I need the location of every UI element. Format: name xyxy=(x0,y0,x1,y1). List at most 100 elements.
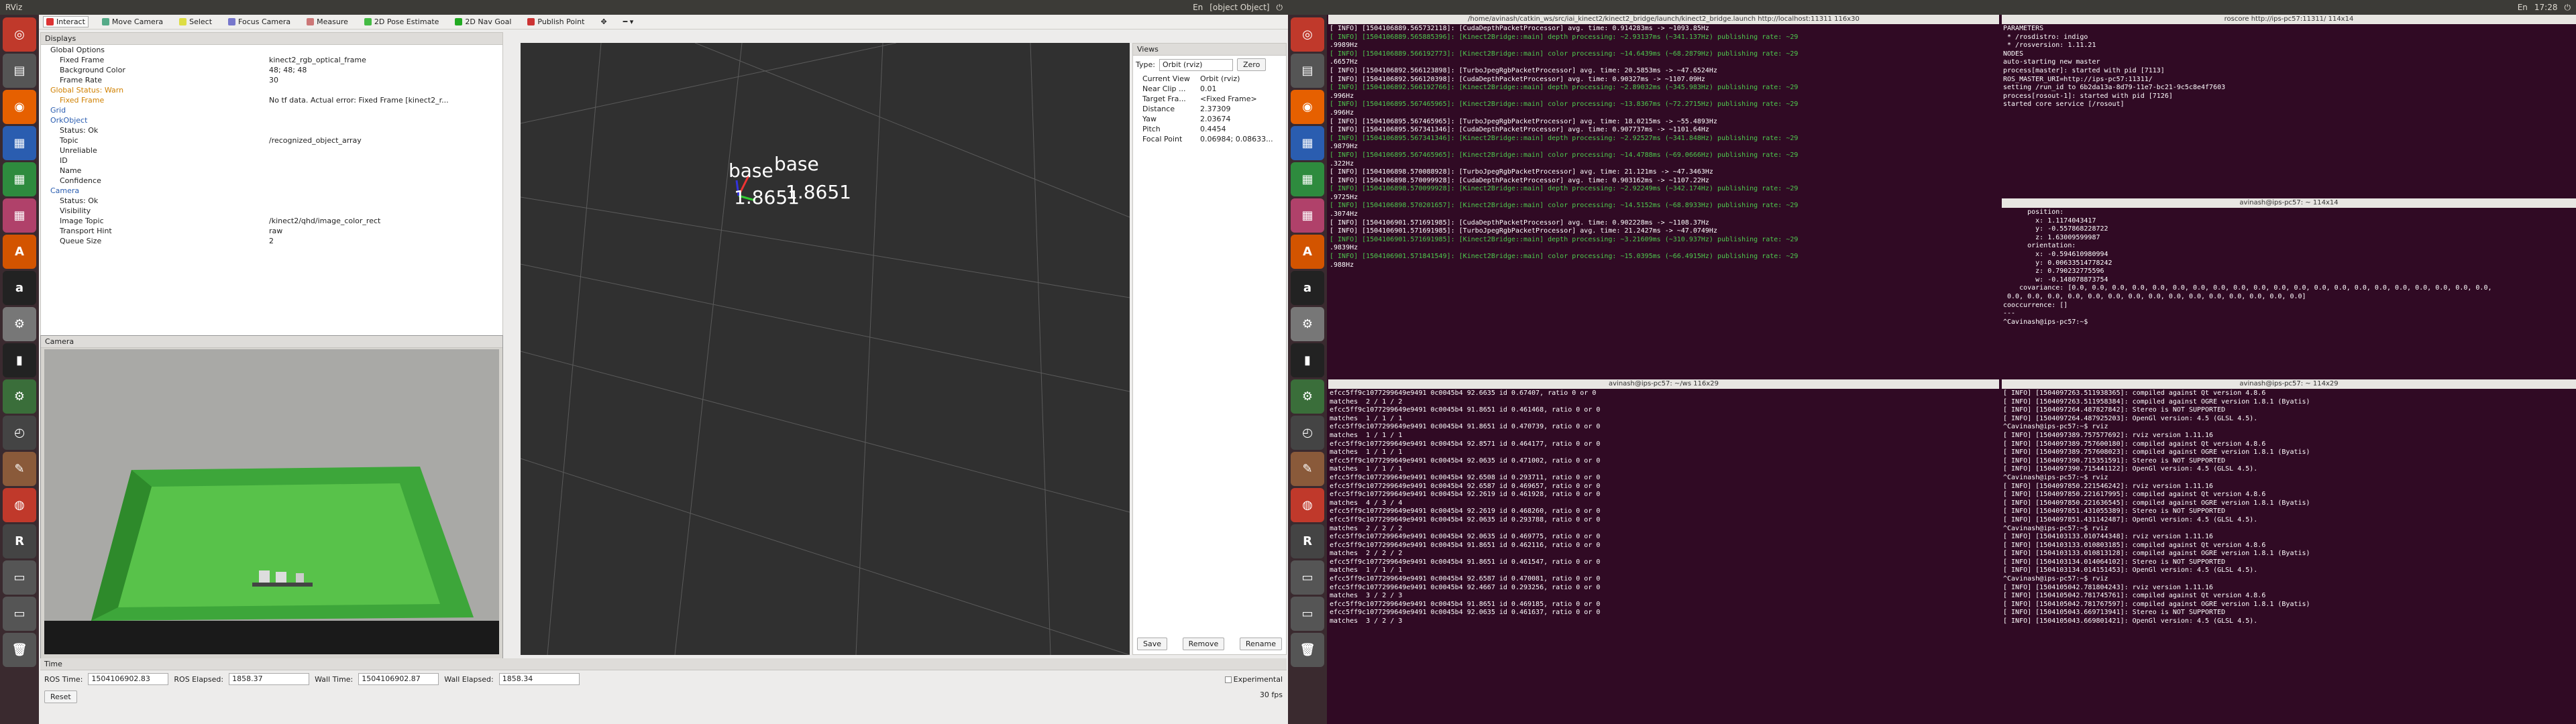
text-editor-icon[interactable]: ✎ xyxy=(3,452,36,486)
display-property-row[interactable]: Topic/recognized_object_array xyxy=(41,135,502,145)
view-property-row[interactable]: Focal Point 0.06984; 0.08633... xyxy=(1133,134,1286,144)
display-property-row[interactable]: Queue Size 2 xyxy=(41,236,502,246)
trash-icon[interactable]: 🗑 xyxy=(1291,633,1324,667)
clock-right[interactable]: 17:28 xyxy=(2534,3,2558,12)
rviz-icon[interactable]: R xyxy=(1291,524,1324,558)
display-property-row[interactable]: Fixed Frame No tf data. Actual error: Fix… xyxy=(41,95,502,105)
app-icon[interactable]: ◍ xyxy=(3,488,36,522)
settings-icon[interactable]: ⚙ xyxy=(1291,307,1324,341)
tool-move-camera[interactable]: Move Camera xyxy=(99,17,166,27)
drive2-icon[interactable]: ▭ xyxy=(3,597,36,631)
text-editor-icon[interactable]: ✎ xyxy=(1291,452,1324,486)
view-property-row[interactable]: Pitch 0.4454 xyxy=(1133,124,1286,134)
save-button[interactable]: Save xyxy=(1137,638,1168,650)
tool-publish-point[interactable]: Publish Point xyxy=(525,17,587,27)
display-property-row[interactable]: Global Options xyxy=(41,45,502,55)
tool-2d-pose-estimate[interactable]: 2D Pose Estimate xyxy=(362,17,442,27)
display-property-row[interactable]: Status: Ok xyxy=(41,125,502,135)
display-property-row[interactable]: Name xyxy=(41,166,502,176)
keyboard-indicator[interactable]: En xyxy=(1193,3,1203,12)
wall-elapsed-field[interactable]: 1858.34 xyxy=(498,673,580,685)
updater-icon[interactable]: ◴ xyxy=(3,416,36,450)
tool-measure[interactable]: Measure xyxy=(304,17,351,27)
amazon-icon[interactable]: a xyxy=(1291,271,1324,305)
display-property-row[interactable]: Frame Rate 30 xyxy=(41,75,502,85)
display-property-row[interactable]: Camera xyxy=(41,186,502,196)
calc-icon[interactable]: ▦ xyxy=(1291,162,1324,196)
terminal-kinect2-bridge[interactable]: /home/avinash/catkin_ws/src/iai_kinect2/… xyxy=(1328,15,1999,377)
terminal-line: efcc5ff9c1077299649e9491 0c0045b4 92.663… xyxy=(1330,389,1597,397)
move-icon[interactable]: ✥ xyxy=(598,17,609,27)
zero-button[interactable]: Zero xyxy=(1236,58,1267,71)
calc-icon[interactable]: ▦ xyxy=(3,162,36,196)
tool-2d-nav-goal[interactable]: 2D Nav Goal xyxy=(452,17,514,27)
system-settings-icon[interactable]: ⚙ xyxy=(3,379,36,414)
views-type-select[interactable]: Orbit (rviz) xyxy=(1159,58,1233,71)
remove-button[interactable]: Remove xyxy=(1182,638,1225,650)
firefox-icon[interactable]: ◉ xyxy=(1291,90,1324,124)
software-center-icon[interactable]: A xyxy=(3,235,36,269)
system-settings-icon[interactable]: ⚙ xyxy=(1291,379,1324,414)
display-property-row[interactable]: Status: Ok xyxy=(41,196,502,206)
writer-icon[interactable]: ▦ xyxy=(1291,126,1324,160)
app-icon[interactable]: ◍ xyxy=(1291,488,1324,522)
terminal-icon[interactable]: ▮ xyxy=(1291,343,1324,377)
software-center-icon[interactable]: A xyxy=(1291,235,1324,269)
terminal-line: [ INFO] [1504097851.431055389]: Stereo i… xyxy=(2003,507,2226,516)
display-property-row[interactable]: Grid xyxy=(41,105,502,115)
files-icon[interactable]: ▤ xyxy=(3,54,36,88)
impress-icon[interactable]: ▦ xyxy=(1291,198,1324,233)
tool-interact[interactable]: Interact xyxy=(43,16,89,27)
terminal-icon[interactable]: ▮ xyxy=(3,343,36,377)
display-property-row[interactable]: Unreliable xyxy=(41,145,502,156)
display-property-row[interactable]: Fixed Frame kinect2_rgb_optical_frame xyxy=(41,55,502,65)
display-property-row[interactable]: Background Color 48; 48; 48 xyxy=(41,65,502,75)
view-property-row[interactable]: Distance 2.37309 xyxy=(1133,104,1286,114)
display-property-row[interactable]: Image Topic/kinect2/qhd/image_color_rect xyxy=(41,216,502,226)
dash-icon[interactable]: ◎ xyxy=(3,17,36,52)
clock[interactable]: [object Object] xyxy=(1210,3,1269,12)
rviz-icon[interactable]: R xyxy=(3,524,36,558)
experimental-checkbox[interactable]: Experimental xyxy=(1224,675,1283,684)
camera-title[interactable]: Camera xyxy=(41,336,502,348)
property-value: No tf data. Actual error: Fixed Frame [k… xyxy=(269,96,449,105)
rename-button[interactable]: Rename xyxy=(1239,638,1282,650)
ros-elapsed-field[interactable]: 1858.37 xyxy=(229,673,310,685)
view-property-row[interactable]: Target Fra... <Fixed Frame> xyxy=(1133,94,1286,104)
keyboard-indicator-right[interactable]: En xyxy=(2518,3,2528,12)
reset-button[interactable]: Reset xyxy=(44,690,77,703)
view-property-row[interactable]: Near Clip ... 0.01 xyxy=(1133,84,1286,94)
dash-icon[interactable]: ◎ xyxy=(1291,17,1324,52)
updater-icon[interactable]: ◴ xyxy=(1291,416,1324,450)
drive-icon[interactable]: ▭ xyxy=(3,560,36,595)
writer-icon[interactable]: ▦ xyxy=(3,126,36,160)
view-property-row[interactable]: Yaw 2.03674 xyxy=(1133,114,1286,124)
ros-time-field[interactable]: 1504106902.83 xyxy=(88,673,169,685)
terminal-rviz[interactable]: avinash@ips-pc57: ~ 114x29 [ INFO] [1504… xyxy=(2002,379,2576,724)
terminal-ws[interactable]: avinash@ips-pc57: ~/ws 116x29 efcc5ff9c1… xyxy=(1328,379,1999,724)
terminal-pose[interactable]: avinash@ips-pc57: ~ 114x14 position: x: … xyxy=(2002,198,2576,377)
power-icon[interactable]: ⏻ xyxy=(1277,3,1283,13)
view-property-row[interactable]: Current View Orbit (rviz) xyxy=(1133,74,1286,84)
impress-icon[interactable]: ▦ xyxy=(3,198,36,233)
display-property-row[interactable]: ID xyxy=(41,156,502,166)
drive2-icon[interactable]: ▭ xyxy=(1291,597,1324,631)
wall-time-field[interactable]: 1504106902.87 xyxy=(358,673,439,685)
tool-select[interactable]: Select xyxy=(176,17,215,27)
minus-icon[interactable]: ━ ▾ xyxy=(621,17,637,27)
3d-viewport[interactable]: base base 1.8651 1.8651 xyxy=(521,43,1130,655)
amazon-icon[interactable]: a xyxy=(3,271,36,305)
display-property-row[interactable]: Global Status: Warn xyxy=(41,85,502,95)
display-property-row[interactable]: OrkObject xyxy=(41,115,502,125)
tool-focus-camera[interactable]: Focus Camera xyxy=(225,17,293,27)
power-icon-right[interactable]: ⏻ xyxy=(2565,3,2571,13)
drive-icon[interactable]: ▭ xyxy=(1291,560,1324,595)
display-property-row[interactable]: Visibility xyxy=(41,206,502,216)
display-property-row[interactable]: Transport Hint raw xyxy=(41,226,502,236)
display-property-row[interactable]: Confidence xyxy=(41,176,502,186)
files-icon[interactable]: ▤ xyxy=(1291,54,1324,88)
terminal-roscore[interactable]: roscore http://ips-pc57:11311/ 114x14 PA… xyxy=(2002,15,2576,196)
trash-icon[interactable]: 🗑 xyxy=(3,633,36,667)
firefox-icon[interactable]: ◉ xyxy=(3,90,36,124)
settings-icon[interactable]: ⚙ xyxy=(3,307,36,341)
